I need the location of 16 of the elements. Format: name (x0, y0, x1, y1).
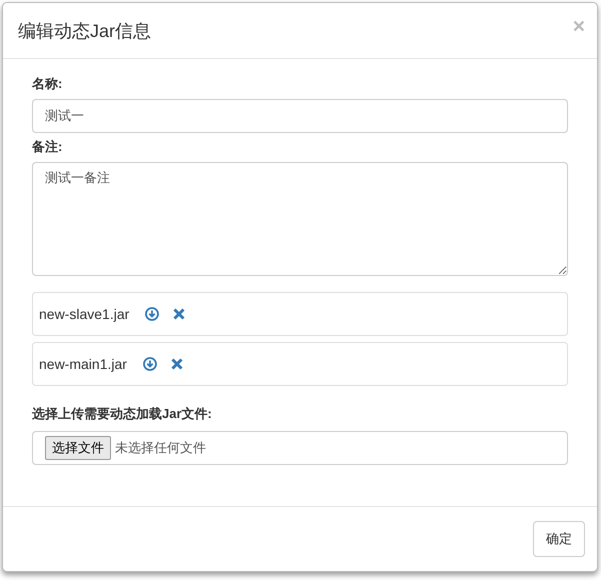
file-name: new-slave1.jar (39, 306, 130, 322)
field-label: 备注: (32, 138, 62, 156)
download-icon[interactable] (145, 307, 160, 321)
field-label: 选择上传需要动态加载Jar文件: (32, 405, 212, 423)
file-status: 未选择任何文件 (115, 439, 206, 457)
file-field[interactable]: 选择文件 未选择任何文件 (32, 431, 568, 465)
note-field[interactable]: 测试一备注 (32, 162, 568, 276)
remove-icon[interactable] (170, 358, 183, 370)
name-field[interactable]: 测试一 (32, 99, 568, 133)
download-icon[interactable] (142, 357, 157, 371)
choose-file-button[interactable]: 选择文件 (45, 436, 111, 460)
file-name: new-main1.jar (39, 356, 127, 372)
confirm-button[interactable]: 确定 (533, 521, 585, 557)
dialog-title: 编辑动态Jar信息 (18, 20, 152, 42)
field-label: 名称: (32, 75, 62, 93)
remove-icon[interactable] (173, 308, 186, 320)
